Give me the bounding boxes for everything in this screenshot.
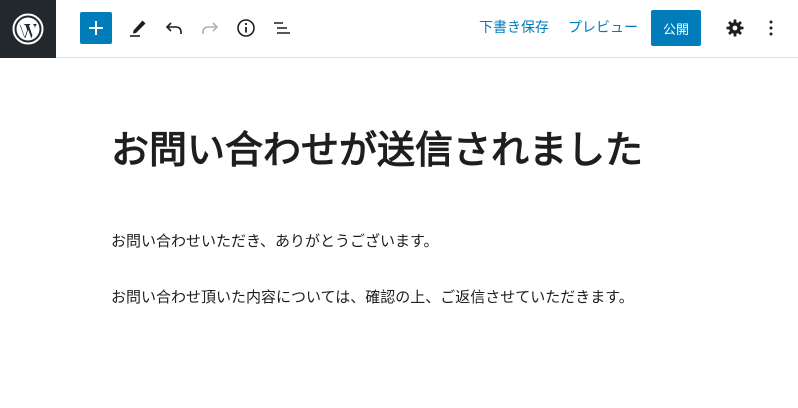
undo-icon	[165, 22, 182, 34]
options-button[interactable]	[754, 11, 788, 45]
plus-icon	[89, 21, 103, 35]
more-vertical-icon	[769, 20, 773, 36]
list-view-button[interactable]	[265, 11, 299, 45]
preview-button[interactable]: プレビュー	[568, 18, 638, 38]
wordpress-logo-button[interactable]	[0, 0, 56, 58]
tools-button[interactable]	[121, 11, 155, 45]
details-button[interactable]	[229, 11, 263, 45]
wordpress-icon	[12, 13, 44, 45]
editor-header: 下書き保存 プレビュー 公開	[0, 0, 798, 58]
publish-button[interactable]: 公開	[651, 10, 701, 46]
paragraph-block[interactable]: お問い合わせ頂いた内容については、確認の上、ご返信させていただきます。	[111, 285, 634, 309]
gear-icon	[726, 19, 744, 37]
editor-canvas: お問い合わせが送信されました お問い合わせいただき、ありがとうございます。 お問…	[0, 59, 798, 408]
add-block-button[interactable]	[80, 12, 112, 44]
redo-button[interactable]	[193, 11, 227, 45]
save-draft-button[interactable]: 下書き保存	[479, 18, 549, 38]
undo-button[interactable]	[157, 11, 191, 45]
paragraph-block[interactable]: お問い合わせいただき、ありがとうございます。	[111, 229, 438, 253]
info-icon	[237, 19, 255, 37]
list-view-icon	[274, 22, 290, 34]
post-title[interactable]: お問い合わせが送信されました	[111, 123, 643, 177]
settings-button[interactable]	[718, 11, 752, 45]
redo-icon	[202, 22, 219, 34]
pencil-icon	[130, 20, 146, 37]
